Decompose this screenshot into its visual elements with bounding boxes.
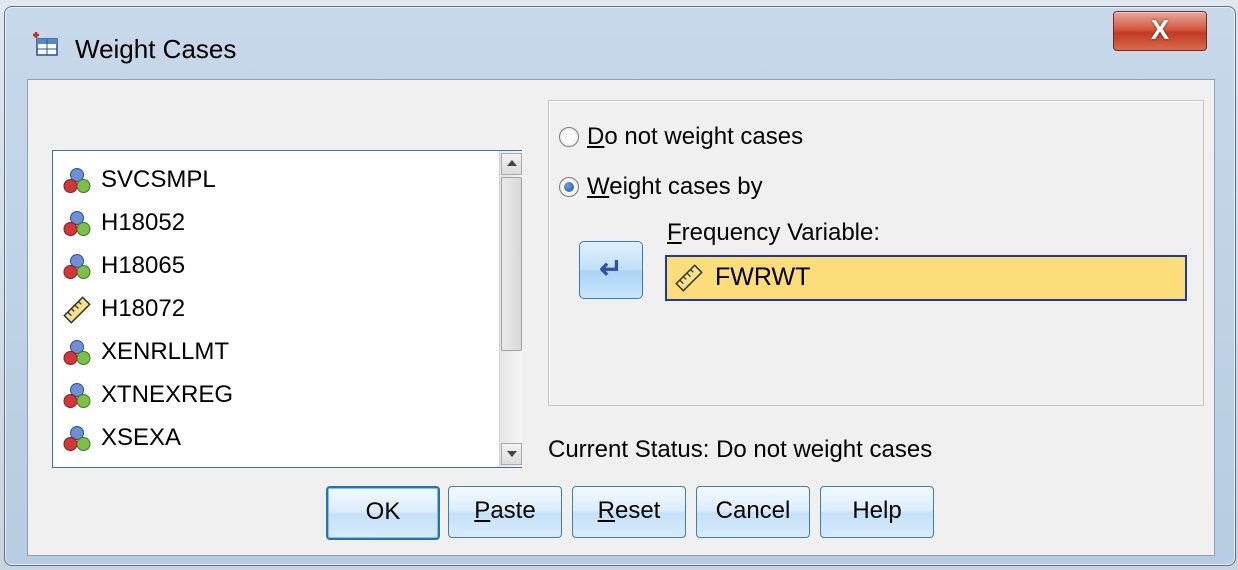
nominal-icon xyxy=(63,382,91,410)
variable-name: XSEXA xyxy=(101,424,182,451)
nominal-icon xyxy=(63,210,91,238)
variable-name: H18052 xyxy=(101,209,186,236)
variable-list[interactable]: SVCSMPL H18052 H18065 H18072 XENRLLMT XTNEXRE… xyxy=(52,150,522,468)
current-status-text: Current Status: Do not weight cases xyxy=(548,436,933,463)
weight-options-group: Do not weight cases Weight cases by Freq… xyxy=(548,100,1204,406)
reset-label: Reset xyxy=(597,497,661,524)
cancel-label: Cancel xyxy=(715,497,791,524)
radio-label: Do not weight cases xyxy=(587,123,804,150)
arrow-left-icon: ↵ xyxy=(599,253,623,284)
scroll-down-button[interactable] xyxy=(501,443,522,465)
radio-button[interactable] xyxy=(559,127,579,147)
variable-name: H18065 xyxy=(101,252,186,279)
ok-label: OK xyxy=(365,498,401,525)
nominal-icon xyxy=(63,339,91,367)
variable-name: H18072 xyxy=(101,295,186,322)
frequency-variable-label: Frequency Variable: xyxy=(667,219,881,246)
close-icon: X xyxy=(1150,14,1170,45)
ok-button[interactable]: OK xyxy=(326,486,440,540)
frequency-variable-field[interactable]: FWRWT xyxy=(665,255,1187,301)
variable-name: XTNEXREG xyxy=(101,381,234,408)
weight-cases-dialog: Weight Cases X SVCSMPL H18052 H18065 H18072… xyxy=(4,6,1236,566)
close-button[interactable]: X xyxy=(1113,11,1207,51)
down-arrow-icon xyxy=(507,451,517,457)
nominal-icon xyxy=(63,425,91,453)
scroll-up-button[interactable] xyxy=(501,153,522,175)
up-arrow-icon xyxy=(507,160,517,166)
scroll-thumb[interactable] xyxy=(501,177,522,351)
weight-cases-icon xyxy=(33,32,58,56)
help-button[interactable]: Help xyxy=(820,486,934,538)
paste-label: Paste xyxy=(474,497,536,524)
paste-button[interactable]: Paste xyxy=(448,486,562,538)
radio-button-selected[interactable] xyxy=(559,177,579,197)
frequency-variable-value: FWRWT xyxy=(715,263,811,291)
scale-ruler-icon xyxy=(63,296,91,324)
radio-label: Weight cases by xyxy=(587,173,763,200)
title-bar[interactable]: Weight Cases X xyxy=(5,7,1235,79)
scale-ruler-icon xyxy=(675,264,703,292)
dialog-body: SVCSMPL H18052 H18065 H18072 XENRLLMT XTNEXRE… xyxy=(27,79,1215,556)
cancel-button[interactable]: Cancel xyxy=(696,486,810,538)
help-label: Help xyxy=(852,497,902,524)
reset-button[interactable]: Reset xyxy=(572,486,686,538)
variable-name: XENRLLMT xyxy=(101,338,230,365)
dialog-title: Weight Cases xyxy=(75,34,237,64)
nominal-icon xyxy=(63,167,91,195)
nominal-icon xyxy=(63,253,91,281)
variable-name: SVCSMPL xyxy=(101,166,216,193)
list-scrollbar[interactable] xyxy=(499,151,522,467)
move-variable-button[interactable]: ↵ xyxy=(579,241,643,299)
